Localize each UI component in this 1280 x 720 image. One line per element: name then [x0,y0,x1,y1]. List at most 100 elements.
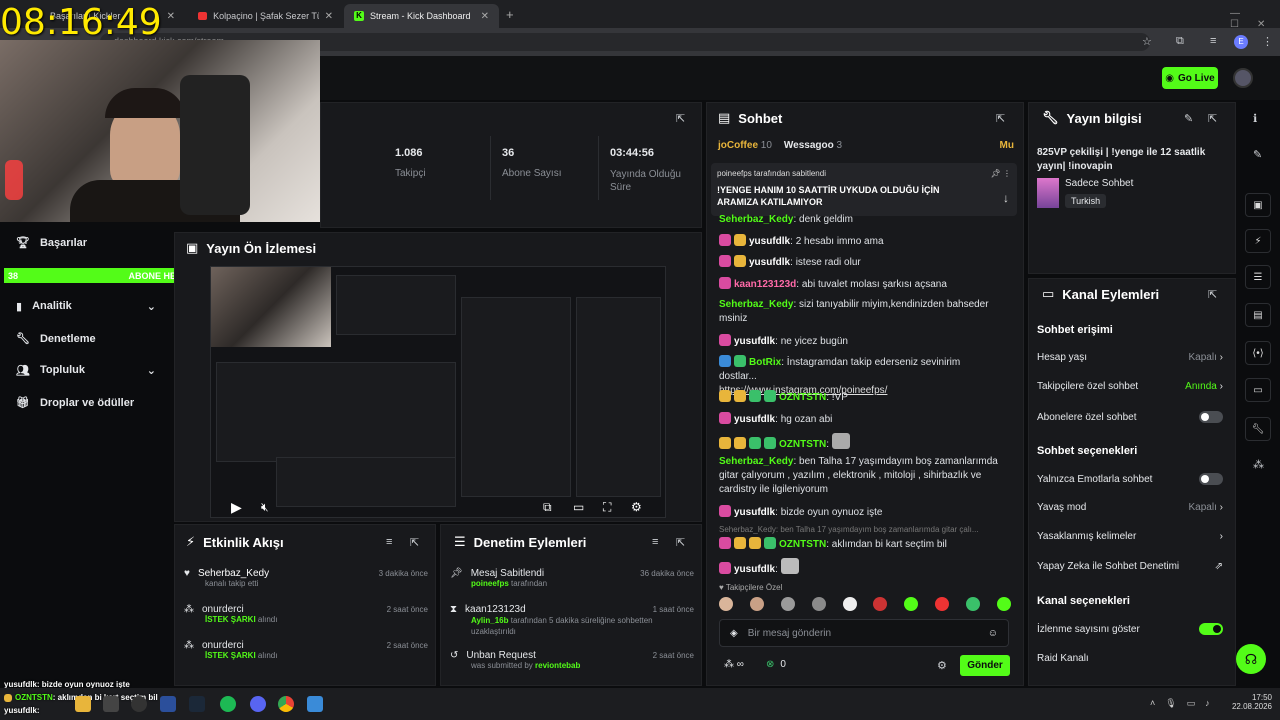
emote-button[interactable] [719,597,733,611]
kick-points-icon[interactable]: ⁂ [1253,458,1264,471]
raid-row[interactable]: Raid Kanalı [1037,653,1223,664]
profile-avatar[interactable]: E [1234,35,1248,49]
system-tray-icons[interactable]: ˄🎙︎▭♪ [1150,698,1220,709]
show-viewers-toggle[interactable] [1199,623,1223,635]
filter-icon[interactable]: ≡ [386,536,392,548]
emote-button[interactable] [873,597,888,611]
user-avatar[interactable] [1233,68,1253,88]
discord-icon[interactable] [250,696,266,712]
chevron-right-icon: › [1219,381,1223,392]
taskbar-app-icon[interactable] [307,696,323,712]
popout-icon[interactable]: ⇱ [996,112,1005,125]
new-tab-button[interactable]: + [506,7,514,22]
popout-icon[interactable]: ⇱ [1208,288,1217,301]
send-button[interactable]: Gönder [960,655,1010,676]
streamer-hair [105,88,185,118]
activity-header: ⚡︎ Etkinlik Akışı [186,534,284,550]
extensions-icon[interactable]: ⧉ [1176,35,1184,48]
popout-icon[interactable]: ⇱ [676,112,685,125]
category-name[interactable]: Sadece Sohbet [1065,178,1133,189]
media-icon[interactable]: ≡ [1210,35,1216,47]
settings-gear-icon[interactable]: ⚙ [937,659,947,672]
points-balance[interactable]: ⊗ 0 [766,659,786,670]
emoji-icon[interactable]: ☺ [988,628,998,639]
emote-button[interactable] [966,597,980,611]
subs-chat-toggle[interactable] [1199,411,1223,423]
rail-button-embed[interactable]: ⟨•⟩ [1245,341,1271,365]
popout-icon[interactable]: ⇱ [410,536,419,549]
theater-icon[interactable]: ▭ [573,500,584,514]
emote-button[interactable] [749,597,764,611]
spotify-icon[interactable] [220,696,236,712]
sidebar-item-drops[interactable]: 🎁︎ Droplar ve ödüller [16,396,134,410]
red-lamp [5,160,23,200]
taskbar-app-icon[interactable] [103,696,119,712]
pin-icon[interactable]: 📌︎ ⋮ [991,169,1011,178]
banned-words-row[interactable]: Yasaklanmış kelimeler › [1037,531,1223,542]
clock-overlay: 08:16:49 [0,2,162,43]
close-tab-icon[interactable]: ✕ [167,11,175,22]
expand-down-icon[interactable]: ↓ [1003,191,1009,205]
file-explorer-icon[interactable] [75,696,91,712]
sidebar-item-community[interactable]: 👥︎ Topluluk ⌄ [16,364,156,377]
rail-button-bolt[interactable]: ⚡︎ [1245,229,1271,253]
chat-message: Seherbaz_Kedy: sizi tanıyabilir miyim,ke… [719,299,989,324]
rail-button-wrench[interactable]: 🔧︎ [1245,417,1271,441]
emote-button[interactable] [935,597,950,611]
emote-button[interactable] [780,597,795,611]
rail-button-monitor[interactable]: ▭ [1245,378,1271,402]
rail-button-video[interactable]: ▣ [1245,193,1271,217]
mute-icon[interactable]: 🔇︎ [261,500,269,515]
users-icon: 👥︎ [16,365,30,377]
sidebar-item-moderation[interactable]: 🔧︎ Denetleme [16,332,96,346]
emote-only-toggle[interactable] [1199,473,1223,485]
fullscreen-icon[interactable]: ⛶ [603,500,611,515]
close-tab-icon[interactable]: ✕ [325,11,333,22]
emote-button[interactable] [842,597,857,611]
emote-button[interactable] [904,597,919,611]
menu-dots-icon[interactable]: ⋮ [1262,35,1273,48]
pinned-message[interactable]: poineefps tarafından sabitlendi 📌︎ ⋮ !YEN… [711,163,1017,216]
popout-icon[interactable]: ⇱ [676,536,685,549]
go-live-button[interactable]: ◉ Go Live [1162,67,1218,89]
chat-input[interactable]: ◈ Bir mesaj gönderin ☺ [719,619,1009,647]
account-age-row[interactable]: Hesap yaşı Kapalı › [1037,352,1223,363]
browser-tab-3[interactable]: K Stream - Kick Dashboard ✕ [344,4,499,28]
bookmark-star-icon[interactable]: ☆ [1142,35,1152,48]
slow-mode-row[interactable]: Yavaş mod Kapalı › [1037,502,1223,513]
divider [490,136,491,200]
followers-chat-row[interactable]: Takipçilere özel sohbet Anında › [1037,381,1223,392]
edit-pencil-icon[interactable]: ✎ [1253,148,1262,161]
close-tab-icon[interactable]: ✕ [481,11,489,22]
category-thumbnail [1037,178,1059,208]
steam-icon[interactable] [189,696,205,712]
filter-icon[interactable]: ≡ [652,536,658,548]
coin-icon: ⊗ [766,659,775,670]
play-icon[interactable]: ▶ [231,499,242,516]
language-tag: Turkish [1065,194,1107,208]
taskbar-app-icon[interactable] [160,696,176,712]
shield-icon: ◈ [730,627,738,639]
kick-points-icon[interactable]: ⁂ ∞ [724,659,744,670]
sidebar-item-achievements[interactable]: 🏆︎ Başarılar [16,236,87,250]
monitor-icon: ▭ [1042,286,1055,301]
browser-tab-2[interactable]: Kolpaçino | Şafak Sezer Türk Kom…✕ [188,4,343,28]
emote-button[interactable] [811,597,826,611]
help-headset-button[interactable]: ☊ [1236,644,1266,674]
info-icon[interactable]: ℹ [1253,112,1257,125]
rail-button-list[interactable]: ☰ [1245,265,1271,289]
stream-preview-video[interactable]: ▶ 🔇︎ ⧉ ▭ ⛶ ⚙ [210,266,666,518]
sidebar-item-analytics[interactable]: ▮ Analitik ⌄ [16,300,156,313]
edit-pencil-icon[interactable]: ✎ [1184,112,1193,125]
emote-button[interactable] [996,597,1011,611]
ai-moderation-row[interactable]: Yapay Zeka ile Sohbet Denetimi ⇗ [1037,561,1223,572]
taskbar-app-icon[interactable] [131,696,147,712]
window-controls[interactable]: —☐✕ [1230,8,1280,30]
settings-gear-icon[interactable]: ⚙ [631,500,642,514]
chrome-icon[interactable] [278,696,294,712]
system-clock[interactable]: 17:50 22.08.2026 [1228,693,1272,711]
pip-icon[interactable]: ⧉ [543,500,552,515]
rail-button-chat[interactable]: ▤ [1245,303,1271,327]
popout-icon[interactable]: ⇱ [1208,112,1217,125]
chevron-right-icon: › [1219,352,1223,363]
